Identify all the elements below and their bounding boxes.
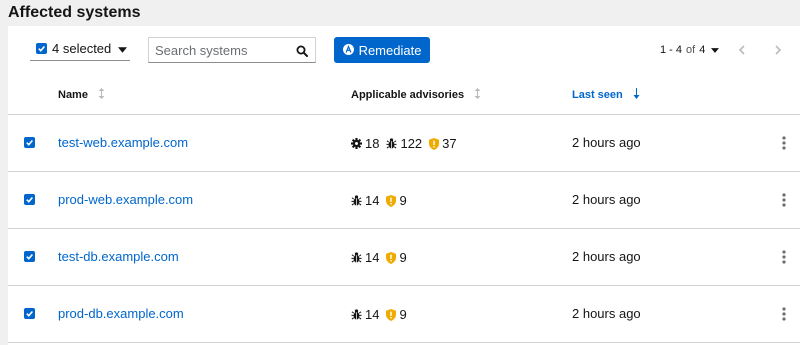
bugfix-count: 14 <box>365 250 380 265</box>
column-header-advisories[interactable]: Applicable advisories <box>351 88 481 102</box>
pagination-toggle[interactable]: 1 - 4 of 4 <box>660 42 720 58</box>
remediate-button[interactable]: Remediate <box>334 37 430 63</box>
sort-icon <box>474 88 481 102</box>
last-seen: 2 hours ago <box>572 306 641 321</box>
bugfix-advisories: 14 <box>351 307 379 322</box>
shield-icon <box>386 251 397 264</box>
sort-icon <box>98 88 105 102</box>
pagination-of: of <box>686 44 696 56</box>
bugfix-count: 14 <box>365 307 380 322</box>
column-header-last-seen[interactable]: Last seen <box>572 88 640 102</box>
bugfix-advisories: 122 <box>386 136 422 151</box>
next-page-icon[interactable] <box>775 42 782 60</box>
kebab-menu-icon[interactable] <box>782 136 790 150</box>
sort-descending-icon <box>633 88 640 102</box>
advisory-counts: 14 9 <box>351 307 414 322</box>
bugfix-advisories: 14 <box>351 250 379 265</box>
column-label: Applicable advisories <box>351 89 465 101</box>
table-row: test-web.example.com 18 122 37 2 hours a… <box>8 115 800 172</box>
row-select-checkbox[interactable] <box>24 308 35 319</box>
search-input[interactable] <box>155 41 285 59</box>
search-icon[interactable] <box>296 44 308 62</box>
column-header-name[interactable]: Name <box>58 88 105 102</box>
security-advisories: 9 <box>386 193 407 208</box>
table-toolbar: 4 selected Remediate 1 - 4 of 4 <box>8 26 800 74</box>
previous-page-icon[interactable] <box>738 42 745 60</box>
search-box <box>148 37 316 63</box>
bugfix-count: 14 <box>365 193 380 208</box>
advisory-counts: 14 9 <box>351 193 414 208</box>
last-seen: 2 hours ago <box>572 249 641 264</box>
remediate-label: Remediate <box>358 42 422 58</box>
shield-icon <box>429 137 440 150</box>
bug-icon <box>351 195 362 206</box>
kebab-menu-icon[interactable] <box>782 250 790 264</box>
table-row: prod-db.example.com 14 9 2 hours ago <box>8 286 800 343</box>
security-count: 9 <box>399 193 407 208</box>
advisory-counts: 14 9 <box>351 250 414 265</box>
bulk-select-label: 4 selected <box>52 41 112 56</box>
last-seen: 2 hours ago <box>572 192 641 207</box>
system-name-link[interactable]: prod-db.example.com <box>58 306 184 321</box>
bugfix-advisories: 14 <box>351 193 379 208</box>
system-name-link[interactable]: test-web.example.com <box>58 135 188 150</box>
last-seen: 2 hours ago <box>572 135 641 150</box>
enhancement-count: 18 <box>365 136 380 151</box>
security-count: 9 <box>399 250 407 265</box>
security-advisories: 9 <box>386 307 407 322</box>
enhancement-advisories: 18 <box>351 136 379 151</box>
row-select-checkbox[interactable] <box>24 194 35 205</box>
bulk-select-dropdown[interactable]: 4 selected <box>30 37 130 61</box>
kebab-menu-icon[interactable] <box>782 307 790 321</box>
caret-down-icon <box>711 44 720 56</box>
row-select-checkbox[interactable] <box>24 137 35 148</box>
bug-icon <box>351 309 362 320</box>
advisory-counts: 18 122 37 <box>351 136 464 151</box>
system-name-link[interactable]: prod-web.example.com <box>58 192 193 207</box>
table-row: test-db.example.com 14 9 2 hours ago <box>8 229 800 286</box>
row-select-checkbox[interactable] <box>24 251 35 262</box>
table-row: prod-web.example.com 14 9 2 hours ago <box>8 172 800 229</box>
gear-icon <box>351 138 362 149</box>
security-count: 37 <box>442 136 457 151</box>
pagination-total: 4 <box>699 44 706 56</box>
table-header: Name Applicable advisories Last seen <box>8 74 800 115</box>
caret-down-icon <box>118 41 128 56</box>
page-title: Affected systems <box>8 4 141 21</box>
affected-systems-card: 4 selected Remediate 1 - 4 of 4 <box>8 26 800 345</box>
security-advisories: 37 <box>429 136 457 151</box>
bug-icon <box>386 138 398 149</box>
security-advisories: 9 <box>386 250 407 265</box>
security-count: 9 <box>399 307 407 322</box>
shield-icon <box>386 308 397 321</box>
bulk-select-checkbox-icon[interactable] <box>36 43 47 54</box>
shield-icon <box>386 194 397 207</box>
system-name-link[interactable]: test-db.example.com <box>58 249 179 264</box>
ansible-icon <box>342 43 354 58</box>
bug-icon <box>351 252 362 263</box>
bugfix-count: 122 <box>400 136 423 151</box>
column-label: Last seen <box>572 89 623 101</box>
column-label: Name <box>58 89 88 101</box>
kebab-menu-icon[interactable] <box>782 193 790 207</box>
pagination-range: 1 - 4 <box>660 44 683 56</box>
